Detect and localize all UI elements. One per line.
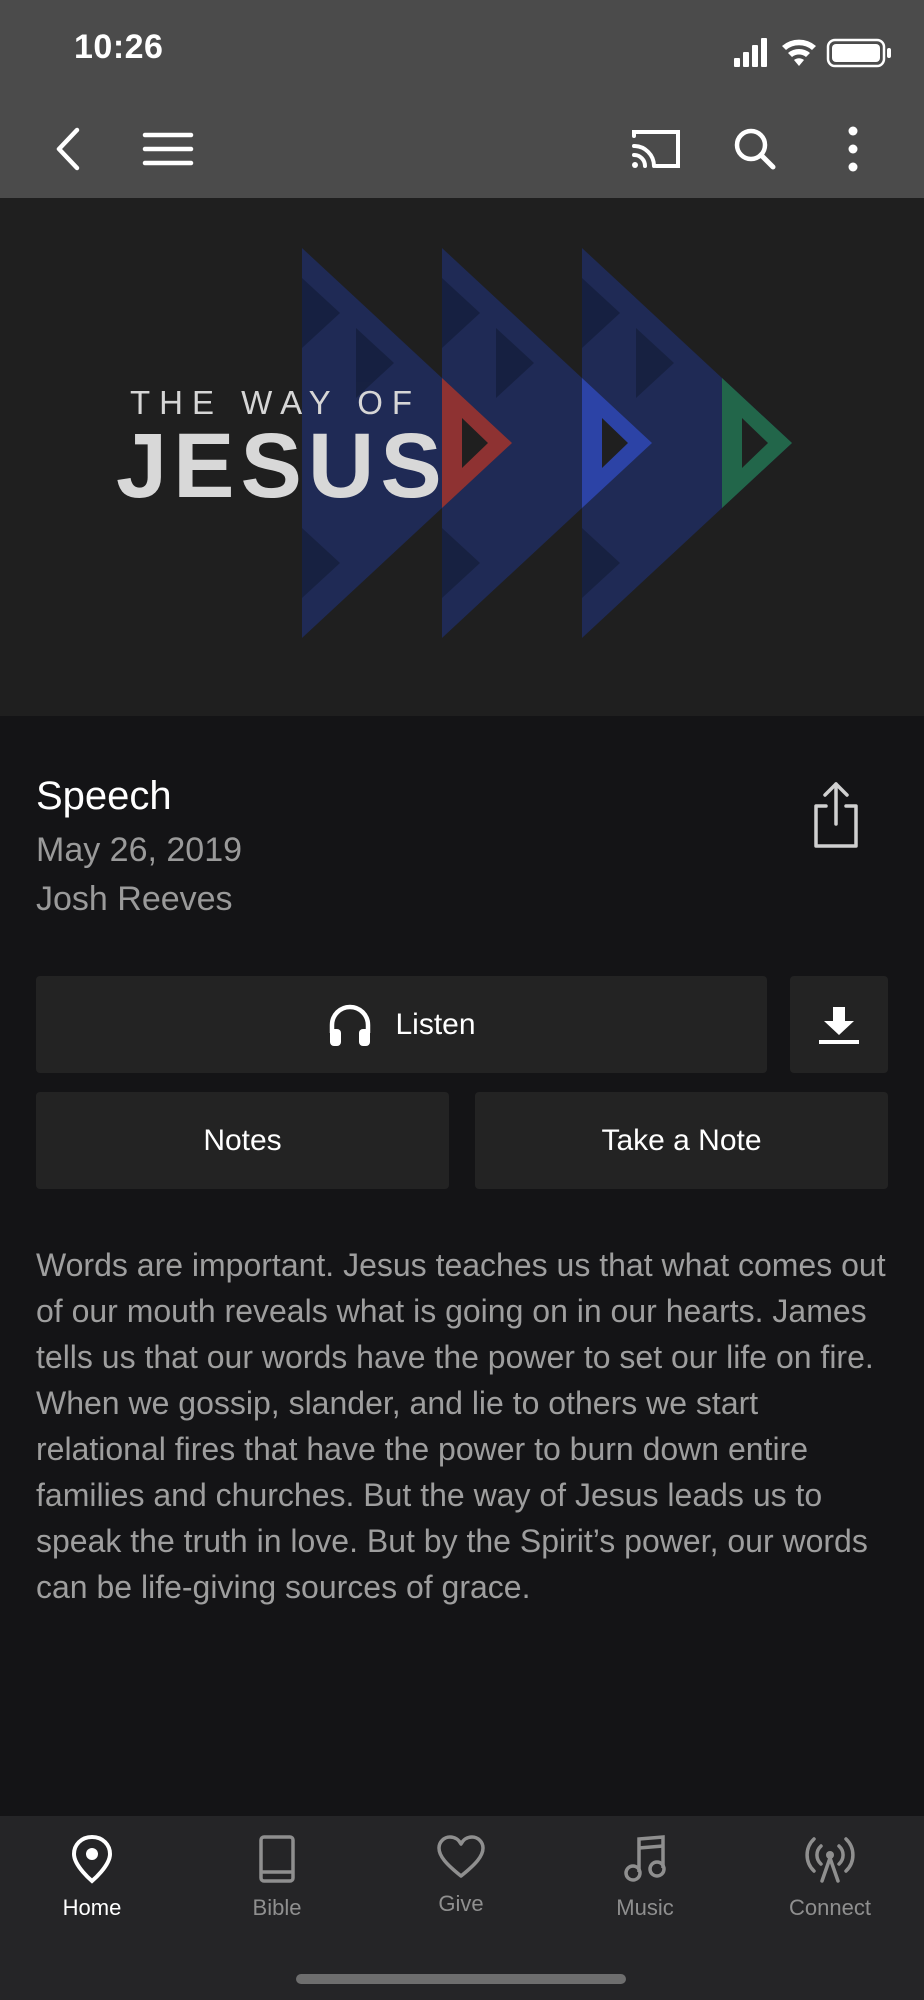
- cast-button[interactable]: [616, 100, 696, 198]
- tab-home-label: Home: [62, 1895, 122, 1920]
- tab-bible-label: Bible: [252, 1895, 302, 1920]
- listen-button[interactable]: Listen: [36, 976, 767, 1073]
- sermon-detail: Speech May 26, 2019 Josh Reeves Listen N…: [0, 716, 924, 1816]
- cast-icon: [632, 130, 680, 168]
- sermon-title: Speech: [36, 774, 172, 818]
- tab-connect-label: Connect: [789, 1895, 871, 1920]
- search-icon: [734, 128, 776, 170]
- tab-connect[interactable]: Connect: [740, 1834, 920, 1921]
- sermon-description: Words are important. Jesus teaches us th…: [36, 1247, 886, 1605]
- series-artwork: THE WAY OF JESUS: [0, 198, 924, 716]
- search-button[interactable]: [715, 100, 795, 198]
- battery-icon: [826, 38, 891, 68]
- broadcast-icon: [805, 1837, 855, 1883]
- location-pin-icon: [71, 1834, 113, 1884]
- headphones-icon: [330, 1004, 371, 1046]
- tab-give-label: Give: [438, 1891, 484, 1916]
- more-vertical-icon: [848, 126, 858, 172]
- more-options-button[interactable]: [813, 100, 893, 198]
- tab-home[interactable]: Home: [2, 1834, 182, 1921]
- bottom-tab-bar: Home Bible Give Music Connect: [0, 1816, 924, 2000]
- tab-give[interactable]: Give: [371, 1834, 551, 1917]
- menu-button[interactable]: [128, 100, 208, 198]
- status-time: 10:26: [74, 28, 164, 66]
- sermon-speaker: Josh Reeves: [36, 880, 233, 918]
- hamburger-icon: [142, 132, 194, 166]
- artwork-title: JESUS: [116, 415, 448, 517]
- share-button[interactable]: [808, 780, 864, 850]
- notes-button[interactable]: Notes: [36, 1092, 449, 1189]
- back-chevron-icon: [56, 127, 80, 171]
- status-icons: [734, 38, 891, 68]
- share-icon: [814, 782, 858, 848]
- wifi-icon: [782, 39, 816, 66]
- tab-bible[interactable]: Bible: [187, 1834, 367, 1921]
- sermon-date: May 26, 2019: [36, 831, 243, 869]
- back-button[interactable]: [28, 100, 108, 198]
- take-a-note-button[interactable]: Take a Note: [475, 1092, 888, 1189]
- book-icon: [259, 1835, 295, 1883]
- heart-icon: [437, 1835, 485, 1878]
- notes-label: Notes: [203, 1123, 282, 1157]
- listen-label: Listen: [395, 1007, 476, 1041]
- tab-music-label: Music: [616, 1895, 674, 1920]
- signal-icon: [734, 38, 767, 67]
- top-nav-bar: [0, 100, 924, 198]
- status-bar: 10:26: [0, 0, 924, 100]
- download-button[interactable]: [790, 976, 888, 1073]
- home-indicator: [296, 1974, 626, 1984]
- download-icon: [819, 1006, 859, 1044]
- take-a-note-label: Take a Note: [601, 1123, 762, 1157]
- tab-music[interactable]: Music: [555, 1834, 735, 1921]
- music-note-icon: [624, 1835, 666, 1882]
